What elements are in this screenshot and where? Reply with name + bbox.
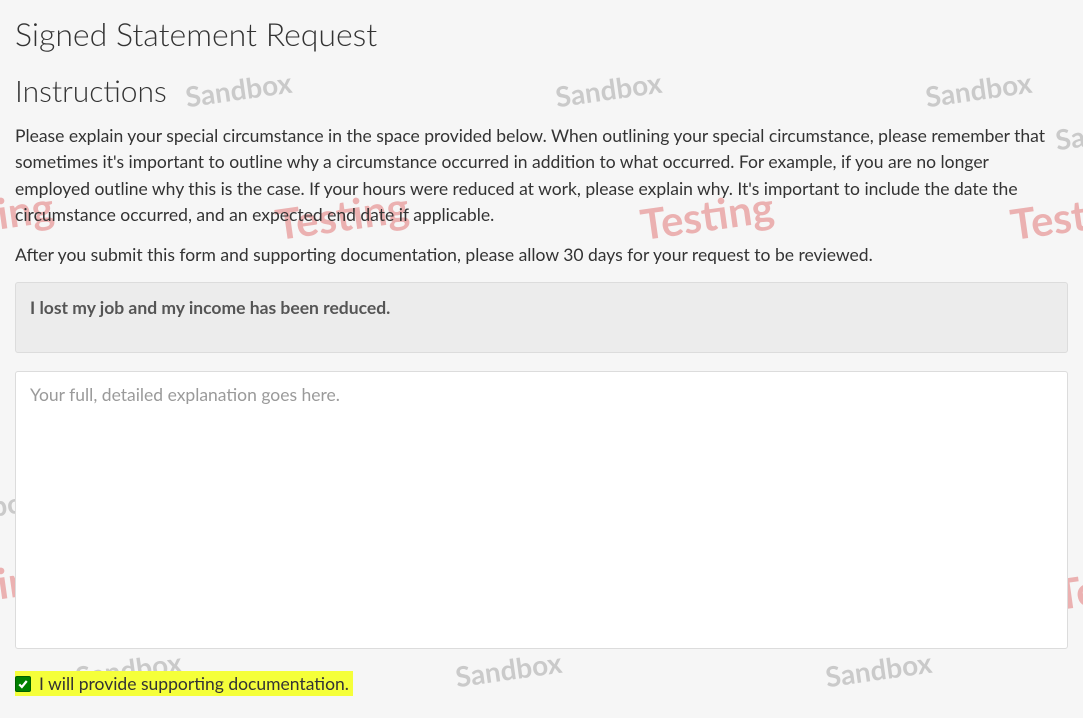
instructions-paragraph-2: After you submit this form and supportin… xyxy=(15,242,1068,268)
supporting-docs-checkbox[interactable] xyxy=(15,676,31,692)
instructions-heading: Instructions xyxy=(15,73,1068,109)
checkmark-icon xyxy=(17,678,29,690)
explanation-textarea[interactable] xyxy=(15,371,1068,649)
page-title: Signed Statement Request xyxy=(15,14,1068,53)
supporting-docs-row: I will provide supporting documentation. xyxy=(15,671,1068,696)
instructions-paragraph-1: Please explain your special circumstance… xyxy=(15,123,1068,228)
supporting-docs-label: I will provide supporting documentation. xyxy=(39,673,349,694)
circumstance-summary-box: I lost my job and my income has been red… xyxy=(15,282,1068,353)
